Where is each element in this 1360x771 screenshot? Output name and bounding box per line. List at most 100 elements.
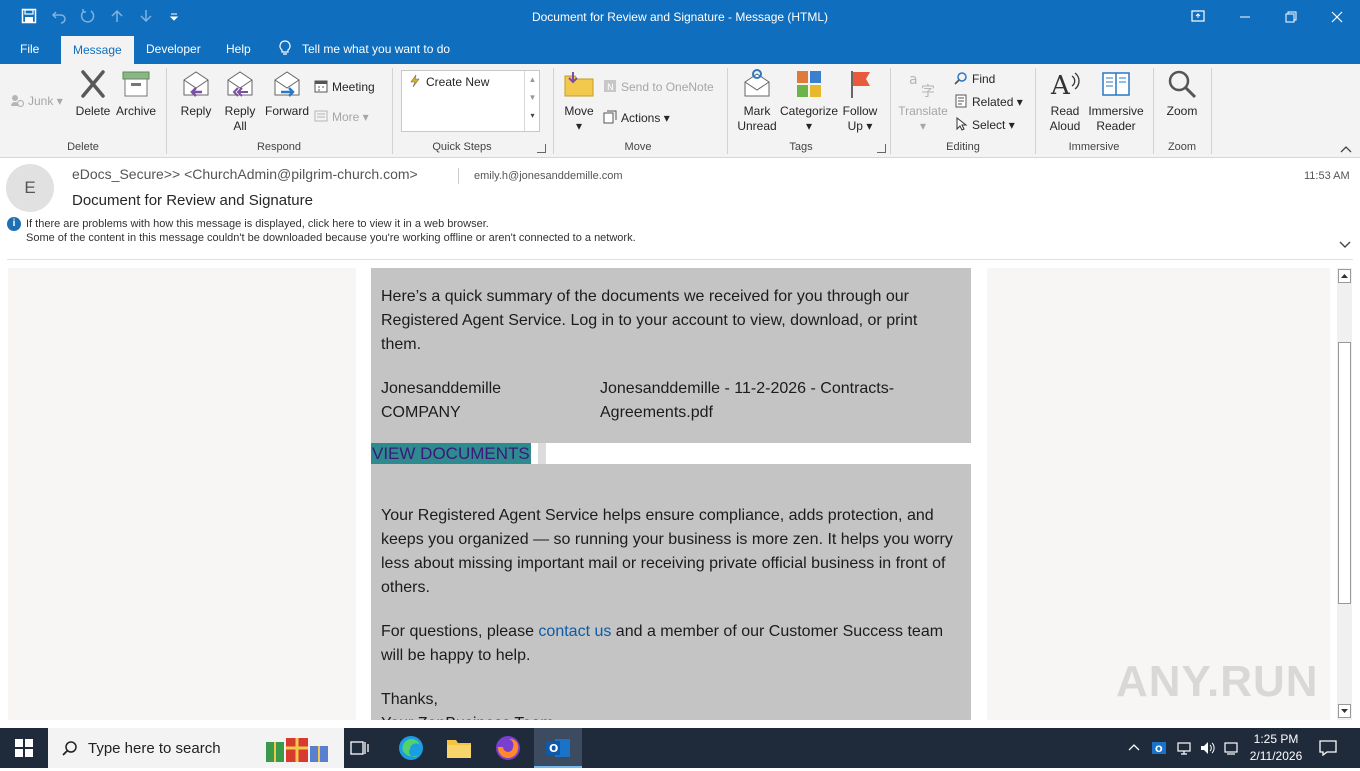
tab-developer[interactable]: Developer xyxy=(134,34,213,64)
move-folder-icon xyxy=(564,72,594,97)
archive-label: Archive xyxy=(115,104,156,118)
tray-overflow-icon[interactable] xyxy=(1128,740,1140,755)
notifications-icon[interactable] xyxy=(1319,740,1337,759)
received-time: 11:53 AM xyxy=(1304,170,1350,182)
tray-language-icon[interactable] xyxy=(1223,740,1239,759)
vertical-scrollbar[interactable] xyxy=(1337,268,1352,720)
quick-steps-scroll[interactable]: ▲ ▼ ▾ xyxy=(524,71,540,131)
group-label-move: Move xyxy=(624,141,652,153)
related-icon xyxy=(955,94,967,108)
related-button[interactable]: Related ▾ xyxy=(954,93,1023,111)
related-label: Related xyxy=(972,95,1014,109)
svg-text:O: O xyxy=(549,742,558,755)
tags-launcher-icon[interactable] xyxy=(877,144,886,153)
read-aloud-icon: A xyxy=(1050,71,1080,100)
tell-me-search[interactable]: Tell me what you want to do xyxy=(268,34,462,64)
translate-button[interactable]: a字 Translate ▾ xyxy=(898,68,948,134)
move-button[interactable]: Move ▾ xyxy=(562,68,596,134)
quick-steps-gallery: Create New ▲ ▼ ▾ xyxy=(401,70,540,132)
create-new-label: Create New xyxy=(426,75,490,89)
task-view-icon[interactable] xyxy=(336,728,384,768)
find-icon xyxy=(954,72,967,85)
scroll-thumb[interactable] xyxy=(1338,342,1351,604)
group-label-zoom: Zoom xyxy=(1167,141,1197,153)
info-bar-line-1[interactable]: If there are problems with how this mess… xyxy=(26,218,489,230)
contact-us-link[interactable]: contact us xyxy=(538,623,611,640)
reply-button[interactable]: Reply xyxy=(176,68,216,119)
quick-steps-launcher-icon[interactable] xyxy=(537,144,546,153)
immersive-reader-label-2: Reader xyxy=(1096,119,1136,133)
email-content: Here’s a quick summary of the documents … xyxy=(371,268,971,720)
sender[interactable]: eDocs_Secure>> <ChurchAdmin@pilgrim-chur… xyxy=(72,166,418,182)
minimize-icon[interactable] xyxy=(1222,0,1268,34)
mark-unread-button[interactable]: Mark Unread xyxy=(736,68,778,134)
right-margin-panel xyxy=(987,268,1330,720)
outlook-taskbar-icon[interactable]: O xyxy=(534,728,582,768)
find-button[interactable]: Find xyxy=(954,70,995,88)
follow-up-label-1: Follow xyxy=(842,104,878,118)
follow-up-button[interactable]: Follow Up ▾ xyxy=(840,68,880,134)
actions-button[interactable]: Actions ▾ xyxy=(603,109,670,127)
intro-paragraph: Here’s a quick summary of the documents … xyxy=(381,288,918,353)
view-documents-button[interactable]: VIEW DOCUMENTS xyxy=(371,443,531,464)
info-icon: i xyxy=(7,217,21,231)
gifts-icon xyxy=(266,738,328,762)
read-aloud-button[interactable]: A Read Aloud xyxy=(1043,68,1087,134)
more-label: More xyxy=(332,110,360,124)
read-aloud-label-2: Aloud xyxy=(1049,119,1081,133)
tray-volume-icon[interactable] xyxy=(1199,740,1215,759)
mark-unread-label-2: Unread xyxy=(737,119,777,133)
reply-all-icon xyxy=(227,71,253,97)
ribbon-display-icon[interactable] xyxy=(1175,0,1221,34)
tray-network-icon[interactable] xyxy=(1176,740,1192,759)
forward-icon xyxy=(274,71,300,97)
service-paragraph: Your Registered Agent Service helps ensu… xyxy=(381,507,953,596)
reply-all-button[interactable]: Reply All xyxy=(220,68,260,134)
categorize-button[interactable]: Categorize ▾ xyxy=(780,68,838,134)
tab-file[interactable]: File xyxy=(8,34,51,64)
immersive-reader-label-1: Immersive xyxy=(1088,104,1144,118)
questions-text-pre: For questions, please xyxy=(381,623,539,640)
taskbar-search-box[interactable]: Type here to search xyxy=(48,728,344,768)
collapse-ribbon-icon[interactable] xyxy=(1340,144,1352,156)
file-explorer-icon[interactable] xyxy=(435,728,483,768)
scroll-down-icon[interactable] xyxy=(1338,704,1351,718)
archive-icon xyxy=(122,71,150,97)
group-label-tags: Tags xyxy=(789,141,813,153)
junk-button[interactable]: Junk ▾ xyxy=(10,92,63,110)
header-divider xyxy=(7,259,1353,260)
restore-icon[interactable] xyxy=(1268,0,1314,34)
edge-browser-icon[interactable] xyxy=(387,728,435,768)
reply-icon xyxy=(183,71,209,97)
zoom-button[interactable]: Zoom xyxy=(1162,68,1202,119)
more-respond-button[interactable]: More ▾ xyxy=(314,108,369,126)
close-icon[interactable] xyxy=(1314,0,1360,34)
select-button[interactable]: Select ▾ xyxy=(954,116,1015,134)
recipient[interactable]: emily.h@jonesanddemille.com xyxy=(474,170,623,182)
delete-icon xyxy=(81,70,105,98)
tray-outlook-icon[interactable]: O xyxy=(1151,740,1167,759)
delete-button[interactable]: Delete xyxy=(74,68,112,119)
forward-button[interactable]: Forward xyxy=(263,68,311,119)
ribbon-separator xyxy=(553,68,554,154)
mark-unread-label-1: Mark xyxy=(743,104,771,118)
archive-button[interactable]: Archive xyxy=(114,68,158,119)
junk-icon xyxy=(11,95,24,107)
ribbon-separator xyxy=(727,68,728,154)
details-box: Your Registered Agent Service helps ensu… xyxy=(371,464,971,720)
scroll-up-icon[interactable] xyxy=(1338,269,1351,283)
send-to-onenote-button[interactable]: N Send to OneNote xyxy=(603,78,714,96)
taskbar-date[interactable]: 2/11/2026 xyxy=(1246,749,1306,763)
delete-label: Delete xyxy=(75,104,111,118)
immersive-reader-button[interactable]: Immersive Reader xyxy=(1088,68,1144,134)
taskbar-time[interactable]: 1:25 PM xyxy=(1250,732,1302,746)
firefox-icon[interactable] xyxy=(484,728,532,768)
tab-help[interactable]: Help xyxy=(214,34,263,64)
expand-header-icon[interactable] xyxy=(1339,238,1351,252)
onenote-icon: N xyxy=(604,80,616,93)
more-respond-icon xyxy=(314,110,328,122)
windows-start-icon[interactable] xyxy=(0,728,48,768)
create-new-quickstep[interactable]: Create New xyxy=(408,73,489,91)
tab-message[interactable]: Message xyxy=(61,36,134,64)
meeting-button[interactable]: Meeting xyxy=(314,78,375,96)
